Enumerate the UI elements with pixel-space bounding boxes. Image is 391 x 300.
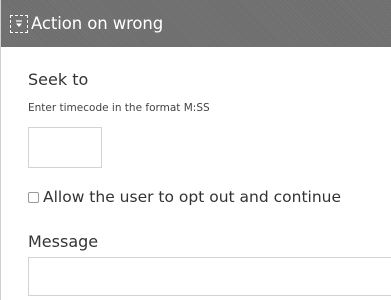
opt-out-option[interactable]: Allow the user to opt out and continue [28, 188, 341, 206]
message-label: Message [28, 232, 99, 251]
seek-to-label: Seek to [28, 70, 89, 89]
message-input[interactable] [28, 257, 391, 296]
action-on-wrong-panel: Action on wrong Seek to Enter timecode i… [0, 0, 391, 300]
panel-title: Action on wrong [31, 13, 164, 33]
panel-header[interactable]: Action on wrong [1, 0, 391, 47]
seek-to-help-text: Enter timecode in the format M:SS [28, 102, 210, 114]
opt-out-label[interactable]: Allow the user to opt out and continue [43, 188, 341, 206]
seek-to-input[interactable] [28, 127, 102, 168]
opt-out-checkbox[interactable] [28, 191, 39, 203]
collapse-chevron-icon[interactable] [10, 14, 28, 33]
